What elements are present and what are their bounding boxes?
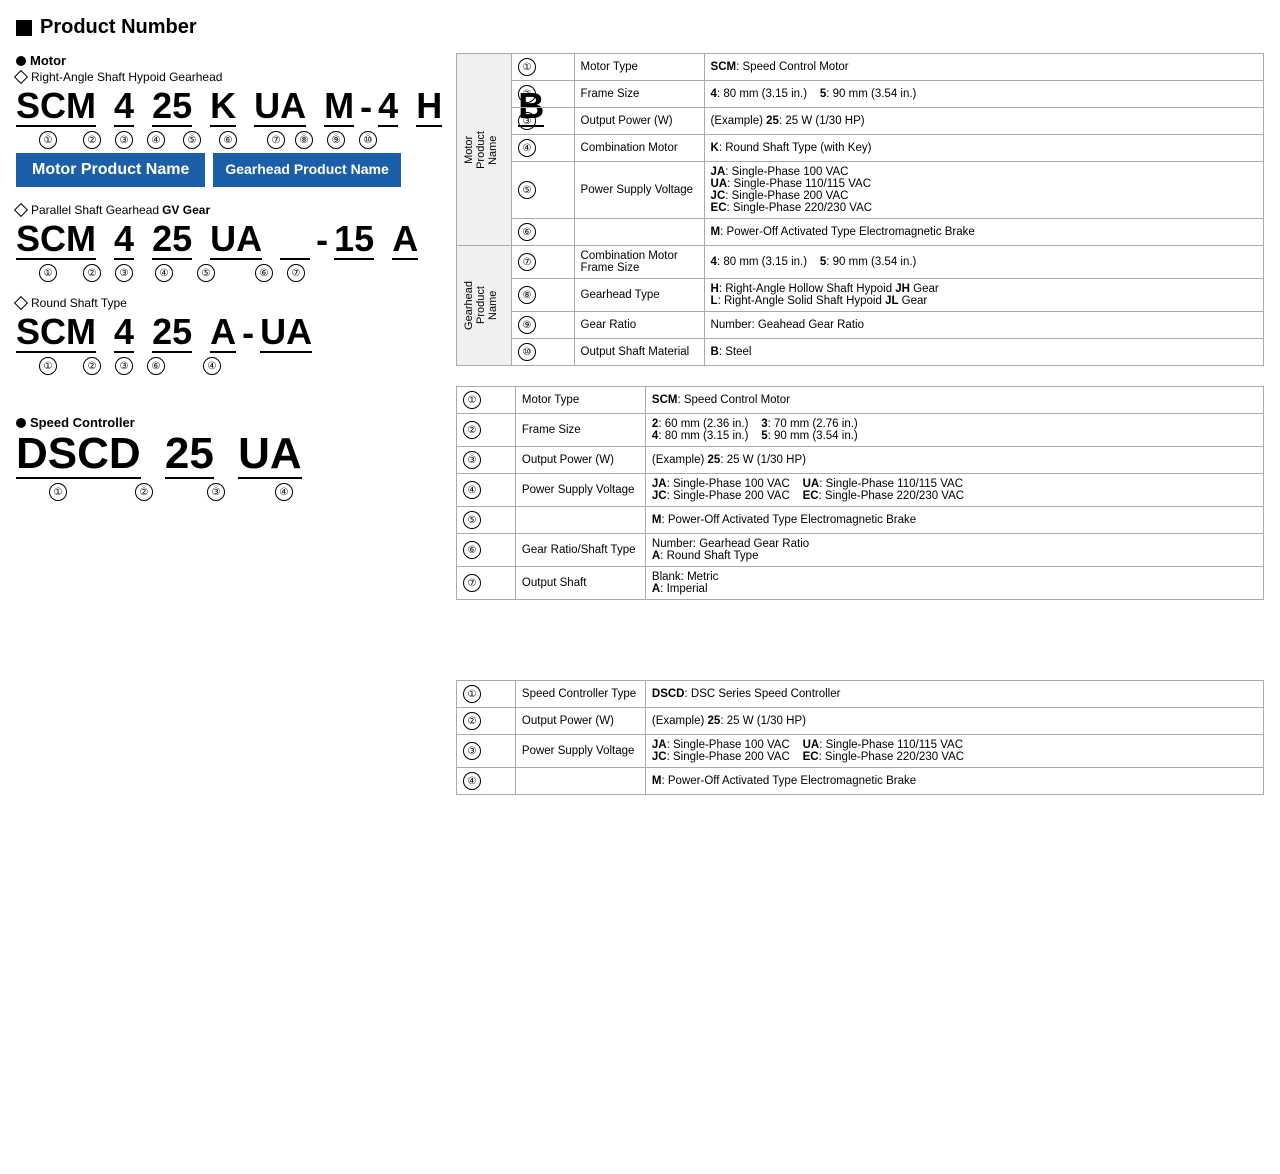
product-num-dscd: DSCD 25 UA ① ② ③ ④ [16, 432, 436, 501]
diamond-icon-2 [14, 203, 28, 217]
table-row: ① Speed Controller Type DSCD: DSC Series… [457, 681, 1264, 708]
seg-k-1: K [210, 88, 236, 127]
seg-25-1: 25 [152, 88, 192, 127]
seg-m-1: M [324, 88, 354, 127]
table-row: ⑩ Output Shaft Material B: Steel [457, 339, 1264, 366]
gearhead-product-name-box: Gearhead Product Name [213, 153, 400, 187]
table-row: ② Frame Size 4: 80 mm (3.15 in.) 5: 90 m… [457, 81, 1264, 108]
right-column: MotorProductName ① Motor Type SCM: Speed… [456, 53, 1264, 815]
table-row: ③ Output Power (W) (Example) 25: 25 W (1… [457, 447, 1264, 474]
table-row: ⑧ Gearhead Type H: Right-Angle Hollow Sh… [457, 279, 1264, 312]
table-row: ④ M: Power-Off Activated Type Electromag… [457, 768, 1264, 795]
diamond-icon-3 [14, 296, 28, 310]
bullet-dot-sc [16, 418, 26, 428]
seg-4g-1: 4 [378, 88, 398, 127]
page-title: Product Number [40, 16, 197, 39]
diamond-icon-1 [14, 70, 28, 84]
table-row: ③ Power Supply Voltage JA: Single-Phase … [457, 735, 1264, 768]
table-row: ④ Power Supply Voltage JA: Single-Phase … [457, 474, 1264, 507]
speed-controller-section: Speed Controller DSCD 25 UA ① ② [16, 415, 436, 501]
table-row: ⑨ Gear Ratio Number: Geahead Gear Ratio [457, 312, 1264, 339]
table-row: ④ Combination Motor K: Round Shaft Type … [457, 135, 1264, 162]
table-row: ② Output Power (W) (Example) 25: 25 W (1… [457, 708, 1264, 735]
product-num-3: SCM 4 25 A - UA ① ② ③ ⑥ [16, 314, 436, 375]
spec-table-2: ① Motor Type SCM: Speed Control Motor ② … [456, 386, 1264, 600]
table-row: ② Frame Size 2: 60 mm (2.36 in.) 3: 70 m… [457, 414, 1264, 447]
black-square-icon [16, 20, 32, 36]
seg-h-1: H [416, 88, 442, 127]
seg-4-1: 4 [114, 88, 134, 127]
bullet-dot-motor [16, 56, 26, 66]
table-row: ⑦ Output Shaft Blank: Metric A: Imperial [457, 567, 1264, 600]
round-shaft-section: Round Shaft Type SCM 4 25 A - UA [16, 296, 436, 375]
page-container: Product Number Motor Right-Angle Shaft H… [16, 16, 1264, 815]
table-row: GearheadProductName ⑦ Combination Motor … [457, 246, 1264, 279]
table-row: ⑥ M: Power-Off Activated Type Electromag… [457, 219, 1264, 246]
seg-scm-1: SCM [16, 88, 96, 127]
motor-label: Motor [16, 53, 436, 68]
motor-product-name-box: Motor Product Name [16, 153, 205, 187]
table-row: ① Motor Type SCM: Speed Control Motor [457, 387, 1264, 414]
product-num-1: SCM 4 25 K [16, 88, 436, 149]
table-row: ⑤ M: Power-Off Activated Type Electromag… [457, 507, 1264, 534]
table-row: ③ Output Power (W) (Example) 25: 25 W (1… [457, 108, 1264, 135]
table-row: ⑤ Power Supply Voltage JA: Single-Phase … [457, 162, 1264, 219]
dash-1: - [360, 89, 372, 127]
parallel-shaft-section: Parallel Shaft Gearhead GV Gear SCM 4 25… [16, 203, 436, 282]
seg-ua-1: UA [254, 88, 306, 127]
right-angle-label: Right-Angle Shaft Hypoid Gearhead [16, 70, 436, 84]
product-num-2: SCM 4 25 UA - 15 A [16, 221, 436, 282]
left-column: Motor Right-Angle Shaft Hypoid Gearhead … [16, 53, 436, 505]
spec-table-1: MotorProductName ① Motor Type SCM: Speed… [456, 53, 1264, 366]
table-row: ⑥ Gear Ratio/Shaft Type Number: Gearhead… [457, 534, 1264, 567]
table-row: MotorProductName ① Motor Type SCM: Speed… [457, 54, 1264, 81]
label-boxes: Motor Product Name Gearhead Product Name [16, 153, 436, 187]
spec-table-3: ① Speed Controller Type DSCD: DSC Series… [456, 680, 1264, 795]
